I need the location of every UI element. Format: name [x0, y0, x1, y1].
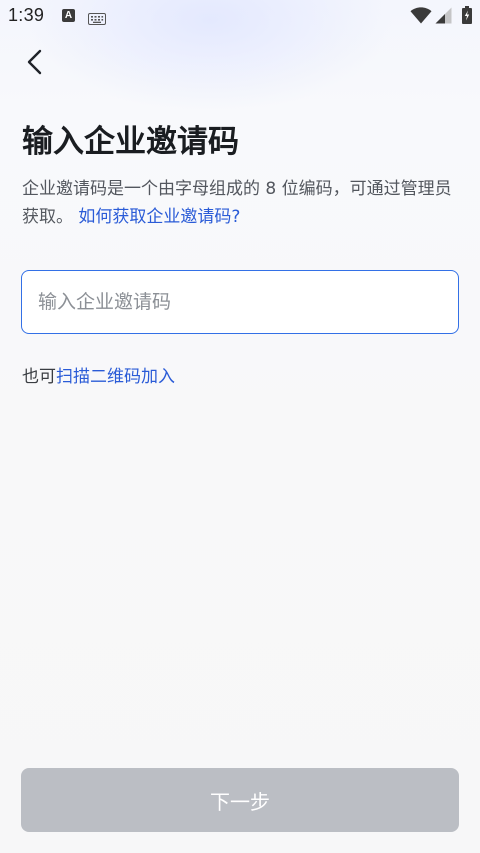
description-text: 企业邀请码是一个由字母组成的 8 位编码，可通过管理员获取。 如何获取企业邀请码… [22, 175, 458, 231]
invite-code-input[interactable] [21, 270, 459, 334]
chevron-left-icon [27, 49, 42, 75]
scan-qr-link[interactable]: 扫描二维码加入 [56, 367, 175, 387]
status-bar: 1:39 A [0, 0, 480, 34]
page-title: 输入企业邀请码 [22, 124, 239, 160]
scan-prefix-text: 也可 [22, 367, 56, 387]
back-button[interactable] [14, 42, 54, 82]
status-time: 1:39 [8, 5, 45, 25]
how-to-get-code-link[interactable]: 如何获取企业邀请码? [78, 207, 240, 227]
wifi-icon [410, 7, 432, 28]
battery-charging-icon [462, 6, 472, 28]
cellular-signal-icon [435, 7, 452, 28]
scan-qr-line: 也可扫描二维码加入 [22, 362, 175, 387]
a-notification-icon: A [62, 9, 75, 22]
keyboard-icon [88, 10, 106, 29]
next-button[interactable]: 下一步 [21, 768, 459, 832]
